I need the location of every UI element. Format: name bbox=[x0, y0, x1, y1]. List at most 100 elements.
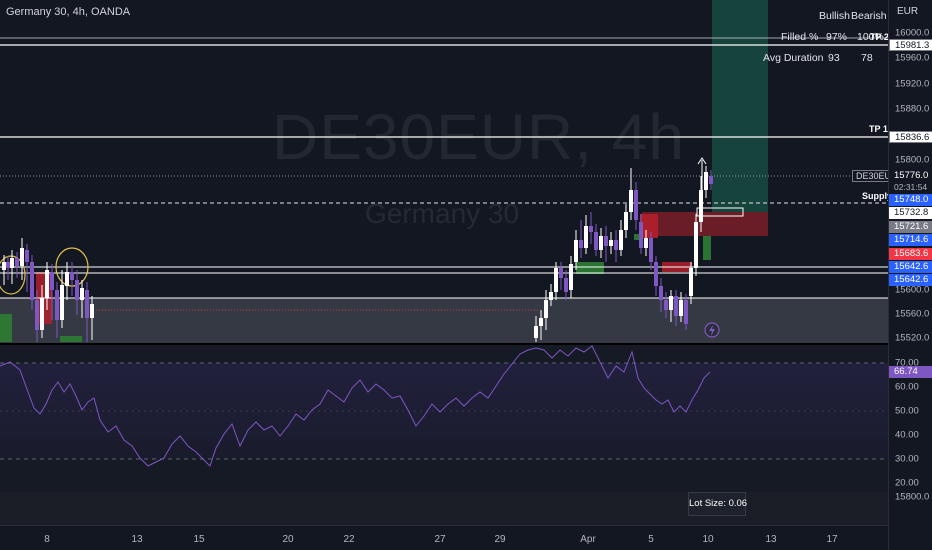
candle-body bbox=[549, 292, 553, 300]
candle-body bbox=[599, 236, 603, 250]
candle-body bbox=[60, 285, 64, 320]
candle-body bbox=[674, 296, 678, 316]
price-tick: 15880.0 bbox=[895, 103, 930, 115]
time-label: 20 bbox=[282, 534, 294, 545]
range-band bbox=[0, 298, 888, 343]
time-label: 13 bbox=[765, 534, 777, 545]
time-label: 13 bbox=[131, 534, 143, 545]
demand-zone bbox=[576, 262, 604, 274]
candle-body bbox=[10, 258, 14, 268]
watermark-description: Germany 30 bbox=[365, 198, 520, 229]
price-badge: 15732.8 bbox=[889, 207, 932, 219]
extra-tick: 15800.0 bbox=[895, 491, 930, 503]
price-tick: 15800.0 bbox=[895, 154, 930, 166]
chart-root[interactable]: Germany 30, 4h, OANDA DE30EUR, 4h German… bbox=[0, 0, 932, 550]
candle-body bbox=[704, 172, 708, 190]
duration-bull: 93 bbox=[828, 52, 840, 64]
candle-body bbox=[609, 240, 613, 246]
lot-size-box: Lot Size: 0.06 bbox=[688, 492, 747, 516]
candle-body bbox=[50, 272, 54, 290]
candle-body bbox=[699, 190, 703, 222]
filled-bull: 97% bbox=[826, 31, 848, 43]
candle-body bbox=[624, 212, 628, 230]
symbol-title[interactable]: Germany 30, 4h, OANDA bbox=[6, 6, 130, 18]
main-plot[interactable] bbox=[0, 0, 888, 525]
candle-body bbox=[644, 238, 648, 248]
candle-body bbox=[25, 250, 29, 262]
candle-body bbox=[554, 268, 558, 292]
price-tick: 15920.0 bbox=[895, 78, 930, 90]
row-label-duration: Avg Duration bbox=[763, 52, 824, 64]
time-label: 27 bbox=[434, 534, 446, 545]
candle-body bbox=[90, 304, 94, 318]
candle-body bbox=[654, 262, 658, 286]
price-scale[interactable]: EUR 16000.0 15960.0 15920.0 15880.0 1580… bbox=[888, 0, 932, 550]
candle-body bbox=[584, 226, 588, 248]
tp2-price-badge: 15981.3 bbox=[889, 39, 932, 51]
candle-body bbox=[2, 262, 6, 270]
candle-body bbox=[689, 268, 693, 296]
candle-body bbox=[679, 300, 683, 316]
candle-body bbox=[539, 318, 543, 326]
candle-body bbox=[684, 300, 688, 324]
price-badge: 15721.6 bbox=[889, 221, 932, 233]
candle-body bbox=[614, 240, 618, 250]
stats-row-duration: Avg Duration 93 78 bbox=[748, 48, 888, 69]
time-label: 8 bbox=[44, 534, 50, 545]
candle-body bbox=[589, 226, 593, 232]
candle-body bbox=[45, 270, 49, 298]
stats-row-filled: Filled % 97% 100% bbox=[748, 27, 888, 48]
demand-zone bbox=[60, 336, 82, 342]
candle-body bbox=[15, 258, 19, 266]
candle-body bbox=[694, 222, 698, 268]
price-tick: 15600.0 bbox=[895, 284, 930, 296]
candle-body bbox=[65, 272, 69, 286]
candle-body bbox=[80, 288, 84, 300]
rsi-value-badge: 66.74 bbox=[889, 366, 932, 378]
watermark-symbol: DE30EUR, 4h bbox=[272, 101, 685, 173]
time-axis[interactable]: 8 13 15 20 22 27 29 Apr 5 10 13 17 bbox=[0, 525, 888, 550]
price-badge: 15714.6 bbox=[889, 234, 932, 246]
candle-body bbox=[564, 278, 568, 292]
candle-body bbox=[6, 262, 10, 268]
tp2-label: TP 2 bbox=[870, 32, 889, 42]
col-bullish: Bullish bbox=[819, 10, 850, 22]
time-label: 10 bbox=[702, 534, 714, 545]
price-badge: 15683.6 bbox=[889, 248, 932, 260]
candle-body bbox=[659, 286, 663, 300]
col-bearish: Bearish bbox=[851, 10, 887, 22]
candle-body bbox=[534, 326, 538, 338]
price-badge: 15642.6 bbox=[889, 261, 932, 273]
countdown-badge: 02:31:54 bbox=[889, 181, 932, 193]
tp1-label: TP 1 bbox=[869, 124, 888, 134]
candle-body bbox=[669, 296, 673, 310]
candle-body bbox=[75, 280, 79, 300]
tp1-price-badge: 15836.6 bbox=[889, 131, 932, 143]
candle-body bbox=[559, 268, 563, 278]
candle-body bbox=[619, 230, 623, 250]
candle-body bbox=[649, 238, 653, 262]
time-label: Apr bbox=[580, 534, 596, 545]
price-tick: 16000.0 bbox=[895, 27, 930, 39]
candle-body bbox=[30, 262, 34, 300]
rsi-tick: 40.00 bbox=[895, 429, 919, 441]
candle-body bbox=[55, 290, 59, 320]
price-tick: 15560.0 bbox=[895, 308, 930, 320]
row-label-filled: Filled % bbox=[781, 31, 819, 43]
candle-body bbox=[639, 222, 643, 248]
candle-body bbox=[709, 176, 713, 184]
candle-body bbox=[664, 300, 668, 310]
currency-label[interactable]: EUR bbox=[897, 6, 918, 17]
rsi-bottom-shade bbox=[0, 492, 888, 525]
candle-body bbox=[604, 236, 608, 246]
rsi-tick: 60.00 bbox=[895, 381, 919, 393]
stats-table: Bullish Bearish Filled % 97% 100% Avg Du… bbox=[748, 6, 888, 69]
candle-body bbox=[634, 190, 638, 220]
price-badge: 15642.6 bbox=[889, 274, 932, 286]
time-label: 5 bbox=[648, 534, 654, 545]
candle-body bbox=[20, 248, 24, 266]
candle-body bbox=[569, 264, 573, 290]
rsi-tick: 30.00 bbox=[895, 453, 919, 465]
candle-body bbox=[574, 240, 578, 262]
pane-separator[interactable] bbox=[0, 343, 888, 345]
